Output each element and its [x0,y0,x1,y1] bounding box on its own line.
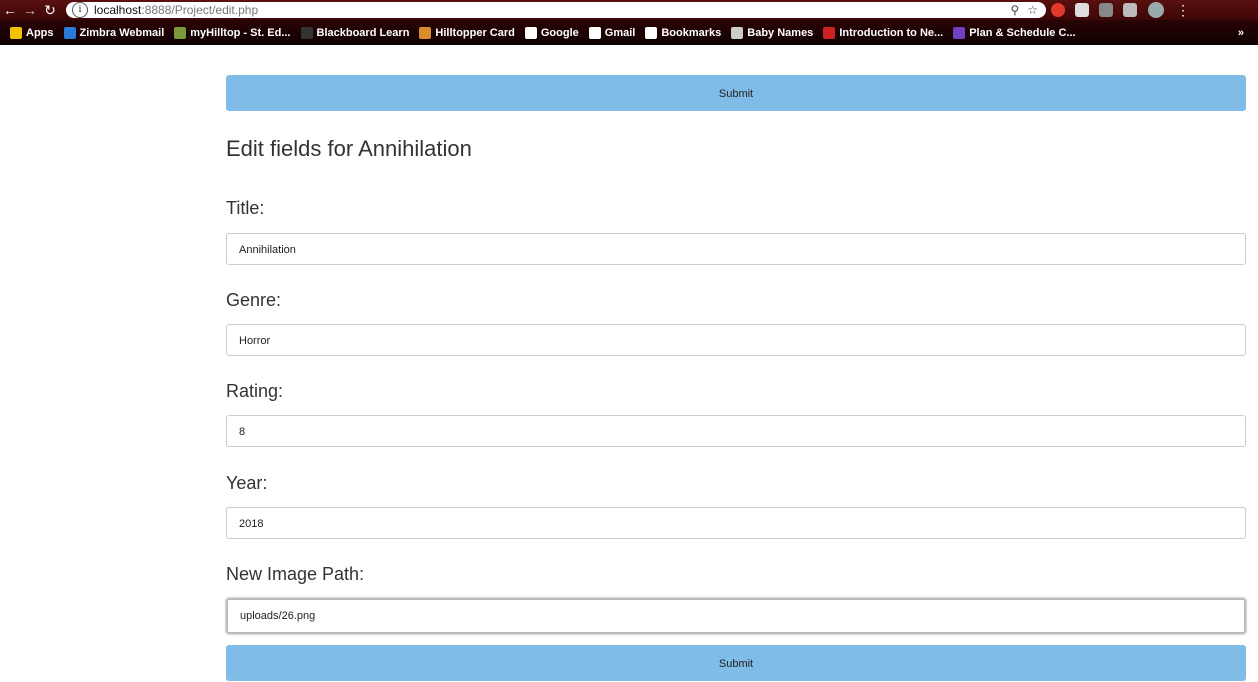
field-label-genre: Genre: [226,290,282,310]
bookmark-label: myHilltop - St. Ed... [190,26,291,39]
bookmark-label: Google [540,26,579,39]
bookmark-label: Zimbra Webmail [79,26,165,39]
star-icon [645,26,658,39]
bookmark-item[interactable]: Plan & Schedule C... [953,26,1076,39]
extension-red-icon[interactable] [1051,3,1065,17]
extension-grey-icon[interactable] [1099,3,1113,17]
browser-toolbar: ← → ↻ i localhost:8888/Project/edit.php … [0,0,1258,20]
bookmark-star-icon[interactable]: ☆ [1027,3,1038,17]
bookmark-item[interactable]: Zimbra Webmail [63,26,165,39]
field-label-title: Title: [226,198,265,218]
bookmark-item[interactable]: Gmail [588,26,636,39]
rating-input[interactable]: 8 [226,415,1246,447]
title-input[interactable]: Annihilation [226,233,1246,265]
bookmark-label: Bookmarks [661,26,722,39]
bookmark-item[interactable]: Bookmarks [645,26,722,39]
bookmark-item[interactable]: Baby Names [731,26,814,39]
bookmarks-bar: Apps Zimbra Webmail myHilltop - St. Ed... B… [0,20,1258,45]
intro-icon [823,26,836,39]
field-label-image-path: New Image Path: [226,564,365,584]
google-icon [588,26,601,39]
extension-pen-icon[interactable] [1075,3,1089,17]
blackboard-icon [300,26,313,39]
submit-button-top[interactable]: Submit [226,75,1246,111]
bookmark-label: Hilltopper Card [435,26,515,39]
bookmark-label: Gmail [604,26,636,39]
bookmark-item[interactable]: myHilltop - St. Ed... [174,26,291,39]
bookmark-item[interactable]: Blackboard Learn [300,26,410,39]
field-label-year: Year: [226,473,268,493]
field-label-rating: Rating: [226,381,284,401]
submit-button-bottom[interactable]: Submit [226,645,1246,681]
page-title: Edit fields for Annihilation [226,136,472,161]
myhilltop-icon [174,26,187,39]
bookmark-label: Blackboard Learn [316,26,410,39]
plan-icon [953,26,966,39]
zimbra-icon [63,26,76,39]
profile-avatar[interactable] [1148,2,1164,18]
hilltopper-icon [419,26,432,39]
apps-grid-icon [10,26,22,39]
bookmark-item[interactable]: Introduction to Ne... [823,26,944,39]
menu-dots-icon[interactable]: ⋮ [1176,2,1190,19]
forward-arrow-icon[interactable]: → [20,0,40,20]
bookmark-label: Introduction to Ne... [839,26,944,39]
address-bar[interactable]: i localhost:8888/Project/edit.php ⚲ ☆ [66,2,1046,18]
extension-box-icon[interactable] [1123,3,1137,17]
bookmark-item[interactable]: Google [524,26,579,39]
url-host: localhost [94,3,142,17]
bookmark-label: Baby Names [747,26,814,39]
back-arrow-icon[interactable]: ← [0,0,20,20]
image-path-input[interactable]: uploads/26.png [226,598,1246,634]
url-path: :8888/Project/edit.php [141,3,259,17]
zoom-icon[interactable]: ⚲ [1010,3,1019,17]
google-icon [524,26,537,39]
reload-icon[interactable]: ↻ [40,0,60,20]
bookmark-item[interactable]: Hilltopper Card [419,26,515,39]
info-icon[interactable]: i [72,2,88,18]
edit-form: Submit [226,75,1246,111]
bookmarks-overflow-button[interactable]: » [1238,27,1244,39]
genre-input[interactable]: Horror [226,324,1246,356]
year-input[interactable]: 2018 [226,507,1246,539]
bookmark-item[interactable]: Apps [10,26,54,39]
baby-names-icon [731,26,744,39]
bookmark-label: Apps [26,26,54,39]
bookmark-label: Plan & Schedule C... [969,26,1076,39]
